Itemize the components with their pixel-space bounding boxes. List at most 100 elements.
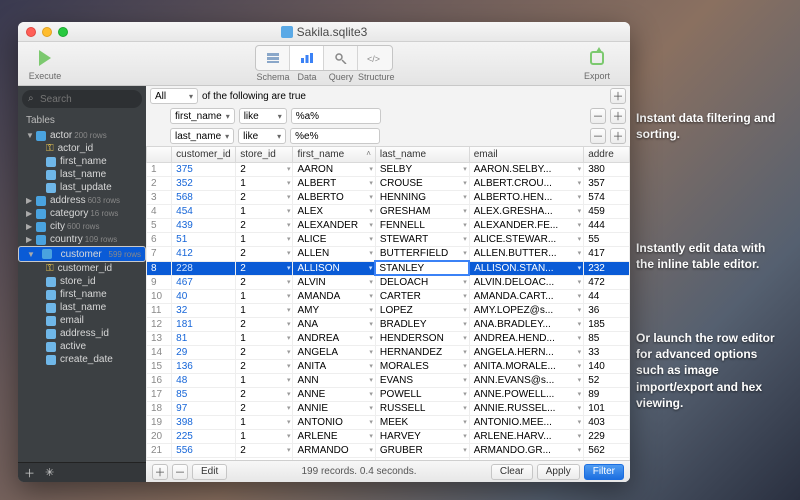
cell-dropdown-icon[interactable]: ▾ bbox=[578, 292, 582, 300]
cell-dropdown-icon[interactable]: ▾ bbox=[369, 418, 373, 426]
cell-email[interactable]: AARON.SELBY...▾ bbox=[469, 163, 583, 177]
disclosure-icon[interactable]: ▶ bbox=[26, 222, 34, 231]
column-header-email[interactable]: email bbox=[469, 147, 583, 163]
cell-dropdown-icon[interactable]: ▾ bbox=[578, 334, 582, 342]
cell-address-id[interactable]: 444 bbox=[584, 219, 630, 233]
cell-dropdown-icon[interactable]: ▾ bbox=[369, 221, 373, 229]
cell-email[interactable]: ANNE.POWELL...▾ bbox=[469, 388, 583, 402]
cell-email[interactable]: ALBERT.CROU...▾ bbox=[469, 177, 583, 191]
column-actor_id[interactable]: ⚿actor_id bbox=[18, 142, 146, 155]
cell-dropdown-icon[interactable]: ▾ bbox=[369, 362, 373, 370]
cell-store-id[interactable]: 1▾ bbox=[236, 177, 293, 191]
cell-last-name[interactable]: FENNELL▾ bbox=[375, 219, 469, 233]
column-last_name[interactable]: last_name bbox=[18, 301, 146, 314]
cell-email[interactable]: ANNIE.RUSSEL...▾ bbox=[469, 402, 583, 416]
cell-store-id[interactable]: 2▾ bbox=[236, 402, 293, 416]
tab-query[interactable] bbox=[324, 46, 358, 70]
column-header-first_name[interactable]: first_name˄ bbox=[293, 147, 375, 163]
cell-first-name[interactable]: ANN▾ bbox=[293, 374, 375, 388]
cell-dropdown-icon[interactable]: ▾ bbox=[463, 179, 467, 187]
table-row[interactable]: 13752▾AARON▾SELBY▾AARON.SELBY...▾380 bbox=[147, 163, 630, 177]
cell-dropdown-icon[interactable]: ▾ bbox=[369, 292, 373, 300]
filter-remove-rule-button[interactable]: － bbox=[590, 128, 606, 144]
cell-dropdown-icon[interactable]: ▾ bbox=[369, 249, 373, 257]
cell-first-name[interactable]: AARON▾ bbox=[293, 163, 375, 177]
cell-dropdown-icon[interactable]: ▾ bbox=[369, 165, 373, 173]
cell-store-id[interactable]: 1▾ bbox=[236, 304, 293, 318]
cell-dropdown-icon[interactable]: ▾ bbox=[463, 278, 467, 286]
table-row[interactable]: 215562▾ARMANDO▾GRUBER▾ARMANDO.GR...▾562 bbox=[147, 444, 630, 458]
cell-dropdown-icon[interactable]: ▾ bbox=[578, 249, 582, 257]
cell-email[interactable]: ARMANDO.GR...▾ bbox=[469, 444, 583, 458]
cell-first-name[interactable]: ALEX▾ bbox=[293, 205, 375, 219]
cell-dropdown-icon[interactable]: ▾ bbox=[369, 446, 373, 454]
cell-dropdown-icon[interactable]: ▾ bbox=[287, 348, 291, 356]
cell-address-id[interactable]: 89 bbox=[584, 388, 630, 402]
column-last_update[interactable]: last_update bbox=[18, 181, 146, 194]
cell-dropdown-icon[interactable]: ▾ bbox=[369, 235, 373, 243]
cell-address-id[interactable]: 229 bbox=[584, 430, 630, 444]
cell-first-name[interactable]: ALLISON▾ bbox=[293, 261, 375, 275]
column-address_id[interactable]: address_id bbox=[18, 327, 146, 340]
cell-store-id[interactable]: 1▾ bbox=[236, 290, 293, 304]
row-number[interactable]: 21 bbox=[147, 444, 172, 458]
cell-email[interactable]: ANN.EVANS@s...▾ bbox=[469, 374, 583, 388]
clear-button[interactable]: Clear bbox=[491, 464, 533, 480]
cell-first-name[interactable]: ALICE▾ bbox=[293, 233, 375, 247]
cell-dropdown-icon[interactable]: ▾ bbox=[578, 432, 582, 440]
cell-customer-id[interactable]: 454 bbox=[172, 205, 236, 219]
cell-customer-id[interactable]: 225 bbox=[172, 430, 236, 444]
tab-schema[interactable] bbox=[256, 46, 290, 70]
cell-store-id[interactable]: 2▾ bbox=[236, 191, 293, 205]
cell-address-id[interactable]: 101 bbox=[584, 402, 630, 416]
table-customer[interactable]: ▼customer 599 rows bbox=[18, 246, 146, 262]
cell-dropdown-icon[interactable]: ▾ bbox=[463, 320, 467, 328]
cell-dropdown-icon[interactable]: ▾ bbox=[578, 221, 582, 229]
row-number[interactable]: 14 bbox=[147, 346, 172, 360]
cell-last-name[interactable]: CROUSE▾ bbox=[375, 177, 469, 191]
cell-store-id[interactable]: 1▾ bbox=[236, 332, 293, 346]
cell-customer-id[interactable]: 375 bbox=[172, 163, 236, 177]
cell-store-id[interactable]: 1▾ bbox=[236, 233, 293, 247]
cell-dropdown-icon[interactable]: ▾ bbox=[287, 334, 291, 342]
cell-dropdown-icon[interactable]: ▾ bbox=[578, 235, 582, 243]
cell-dropdown-icon[interactable]: ▾ bbox=[463, 404, 467, 412]
edit-row-button[interactable]: Edit bbox=[192, 464, 227, 480]
cell-last-name[interactable]: GRESHAM▾ bbox=[375, 205, 469, 219]
cell-customer-id[interactable]: 439 bbox=[172, 219, 236, 233]
cell-dropdown-icon[interactable]: ▾ bbox=[578, 306, 582, 314]
add-table-button[interactable]: ＋ bbox=[24, 465, 35, 481]
cell-dropdown-icon[interactable]: ▾ bbox=[463, 292, 467, 300]
table-row[interactable]: 54392▾ALEXANDER▾FENNELL▾ALEXANDER.FE...▾… bbox=[147, 219, 630, 233]
disclosure-icon[interactable]: ▶ bbox=[26, 209, 34, 218]
disclosure-icon[interactable]: ▼ bbox=[26, 131, 34, 140]
cell-dropdown-icon[interactable]: ▾ bbox=[369, 179, 373, 187]
column-header-last_name[interactable]: last_name bbox=[375, 147, 469, 163]
cell-store-id[interactable]: 2▾ bbox=[236, 388, 293, 402]
cell-email[interactable]: ALICE.STEWAR...▾ bbox=[469, 233, 583, 247]
table-row[interactable]: 10401▾AMANDA▾CARTER▾AMANDA.CART...▾44 bbox=[147, 290, 630, 304]
cell-address-id[interactable]: 562 bbox=[584, 444, 630, 458]
cell-customer-id[interactable]: 29 bbox=[172, 346, 236, 360]
cell-dropdown-icon[interactable]: ▾ bbox=[578, 179, 582, 187]
filter-op-select[interactable]: like▾ bbox=[238, 128, 286, 144]
cell-dropdown-icon[interactable]: ▾ bbox=[463, 348, 467, 356]
cell-email[interactable]: ANGELA.HERN...▾ bbox=[469, 346, 583, 360]
cell-customer-id[interactable]: 48 bbox=[172, 374, 236, 388]
delete-row-button[interactable]: － bbox=[172, 464, 188, 480]
filter-value-input[interactable] bbox=[291, 108, 381, 124]
cell-dropdown-icon[interactable]: ▾ bbox=[463, 249, 467, 257]
cell-email[interactable]: ARLENE.HARV...▾ bbox=[469, 430, 583, 444]
cell-dropdown-icon[interactable]: ▾ bbox=[369, 376, 373, 384]
cell-dropdown-icon[interactable]: ▾ bbox=[463, 362, 467, 370]
cell-customer-id[interactable]: 467 bbox=[172, 275, 236, 290]
cell-customer-id[interactable]: 40 bbox=[172, 290, 236, 304]
cell-dropdown-icon[interactable]: ▾ bbox=[287, 235, 291, 243]
cell-store-id[interactable]: 2▾ bbox=[236, 360, 293, 374]
cell-customer-id[interactable]: 136 bbox=[172, 360, 236, 374]
cell-last-name[interactable]: SELBY▾ bbox=[375, 163, 469, 177]
cell-first-name[interactable]: ANNE▾ bbox=[293, 388, 375, 402]
cell-dropdown-icon[interactable]: ▾ bbox=[369, 306, 373, 314]
cell-dropdown-icon[interactable]: ▾ bbox=[287, 193, 291, 201]
cell-customer-id[interactable]: 181 bbox=[172, 318, 236, 332]
